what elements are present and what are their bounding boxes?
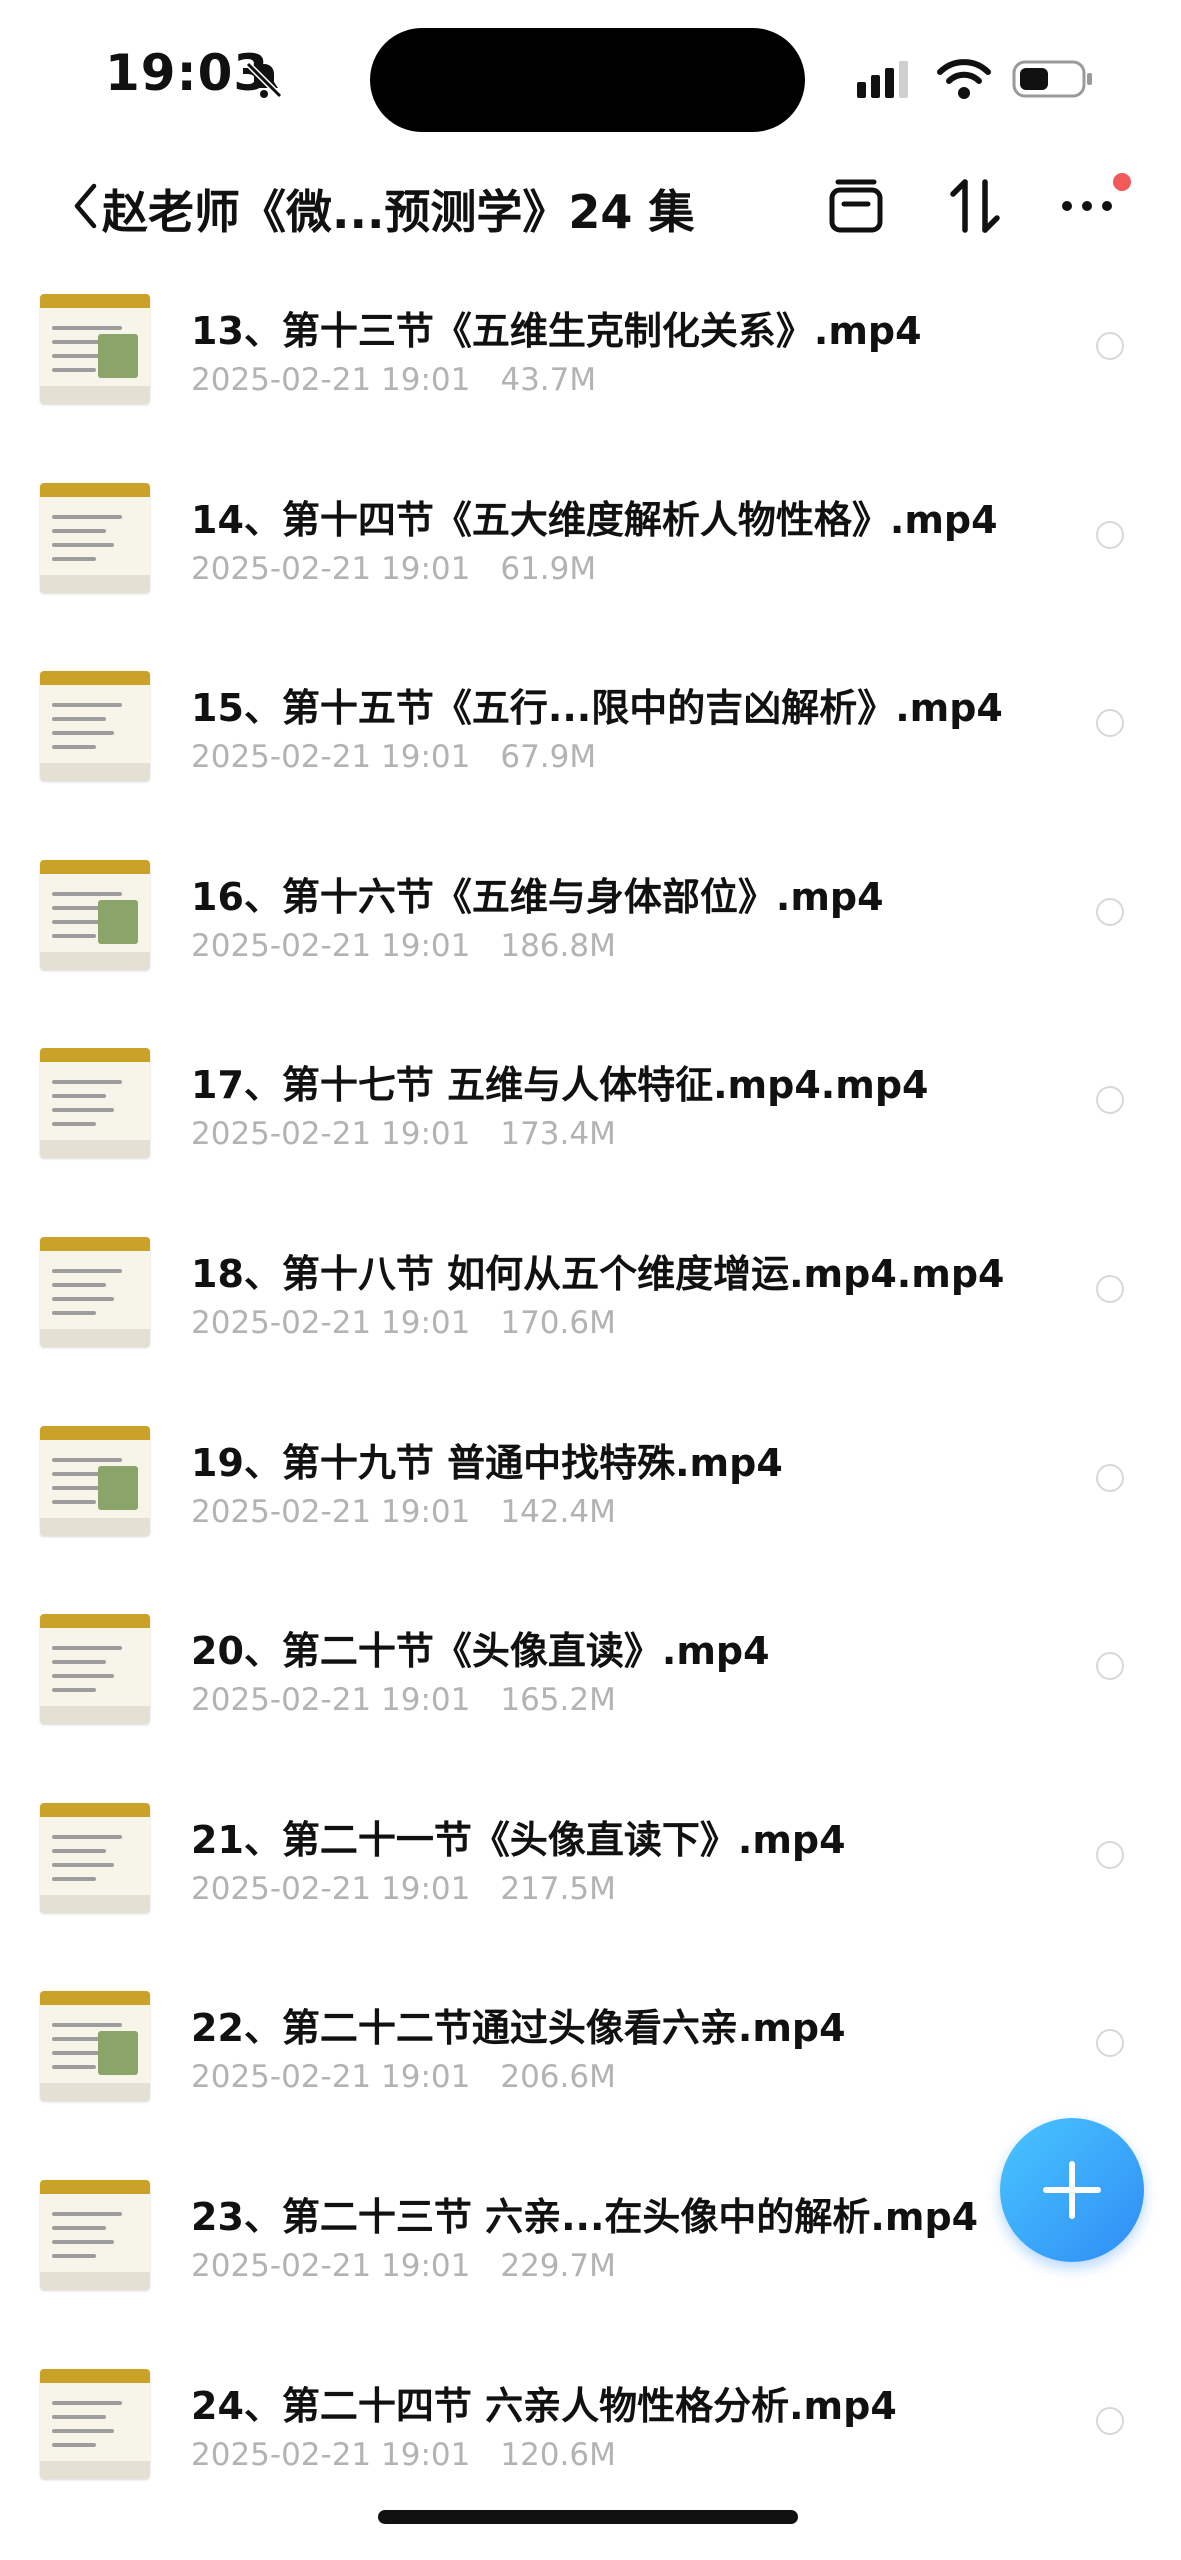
file-size: 120.6M bbox=[500, 2436, 616, 2473]
home-indicator bbox=[378, 2510, 798, 2524]
select-radio[interactable] bbox=[1096, 2029, 1124, 2058]
file-date: 2025-02-21 19:01 bbox=[191, 2436, 471, 2473]
video-thumbnail[interactable] bbox=[40, 1802, 150, 1913]
file-name: 21、第二十一节《头像直读下》.mp4 bbox=[191, 1817, 846, 1862]
file-size: 67.9M bbox=[500, 739, 597, 776]
video-thumbnail[interactable] bbox=[40, 1236, 150, 1347]
file-row[interactable]: 13、第十三节《五维生克制化关系》.mp4 2025-02-21 19:01 43… bbox=[0, 282, 1181, 471]
file-date: 2025-02-21 19:01 bbox=[191, 1682, 471, 1719]
video-thumbnail[interactable] bbox=[40, 671, 150, 782]
file-meta: 2025-02-21 19:01 67.9M bbox=[191, 739, 596, 775]
select-radio[interactable] bbox=[1096, 1840, 1124, 1869]
select-radio[interactable] bbox=[1096, 709, 1124, 738]
file-date: 2025-02-21 19:01 bbox=[191, 739, 471, 776]
file-name: 23、第二十三节 六亲...在头像中的解析.mp4 bbox=[191, 2194, 979, 2239]
select-radio[interactable] bbox=[1096, 520, 1124, 549]
back-chevron-icon[interactable] bbox=[72, 180, 98, 232]
file-date: 2025-02-21 19:01 bbox=[191, 927, 471, 964]
video-thumbnail[interactable] bbox=[40, 1991, 150, 2102]
video-thumbnail[interactable] bbox=[40, 1048, 150, 1159]
file-row[interactable]: 14、第十四节《五大维度解析人物性格》.mp4 2025-02-21 19:01… bbox=[0, 471, 1181, 660]
file-size: 43.7M bbox=[500, 362, 597, 398]
select-radio[interactable] bbox=[1096, 2406, 1124, 2435]
file-date: 2025-02-21 19:01 bbox=[191, 550, 471, 587]
more-options-icon[interactable] bbox=[1057, 176, 1117, 236]
file-date: 2025-02-21 19:01 bbox=[191, 1116, 471, 1153]
select-radio[interactable] bbox=[1096, 1652, 1124, 1681]
file-row[interactable]: 17、第十七节 五维与人体特征.mp4.mp4 2025-02-21 19:01… bbox=[0, 1036, 1181, 1225]
file-row[interactable]: 15、第十五节《五行...限中的吉凶解析》.mp4 2025-02-21 19:… bbox=[0, 659, 1181, 848]
file-row[interactable]: 18、第十八节 如何从五个维度增运.mp4.mp4 2025-02-21 19:… bbox=[0, 1225, 1181, 1414]
file-name: 24、第二十四节 六亲人物性格分析.mp4 bbox=[191, 2383, 897, 2428]
video-thumbnail[interactable] bbox=[40, 294, 150, 404]
file-date: 2025-02-21 19:01 bbox=[191, 1870, 471, 1907]
sort-icon[interactable] bbox=[945, 176, 1005, 236]
file-name: 14、第十四节《五大维度解析人物性格》.mp4 bbox=[191, 497, 998, 542]
file-meta: 2025-02-21 19:01 173.4M bbox=[191, 1116, 616, 1152]
file-meta: 2025-02-21 19:01 61.9M bbox=[191, 551, 596, 587]
dynamic-island bbox=[370, 28, 805, 132]
file-date: 2025-02-21 19:01 bbox=[191, 1304, 471, 1341]
file-meta: 2025-02-21 19:01 186.8M bbox=[191, 928, 616, 964]
file-row[interactable]: 19、第十九节 普通中找特殊.mp4 2025-02-21 19:01 142.4… bbox=[0, 1414, 1181, 1603]
file-date: 2025-02-21 19:01 bbox=[191, 2247, 471, 2284]
wifi-icon bbox=[937, 59, 991, 99]
file-date: 2025-02-21 19:01 bbox=[191, 362, 471, 398]
select-radio[interactable] bbox=[1096, 332, 1124, 360]
file-row[interactable]: 22、第二十二节通过头像看六亲.mp4 2025-02-21 19:01 206.… bbox=[0, 1979, 1181, 2168]
bell-muted-icon bbox=[245, 61, 283, 99]
file-size: 217.5M bbox=[500, 1870, 616, 1907]
select-radio[interactable] bbox=[1096, 1274, 1124, 1303]
file-size: 229.7M bbox=[500, 2247, 616, 2284]
battery-icon bbox=[1012, 60, 1092, 98]
file-meta: 2025-02-21 19:01 120.6M bbox=[191, 2437, 616, 2473]
file-meta: 2025-02-21 19:01 43.7M bbox=[191, 362, 596, 398]
file-size: 186.8M bbox=[500, 927, 616, 964]
notification-dot bbox=[1113, 173, 1131, 191]
file-row[interactable]: 16、第十六节《五维与身体部位》.mp4 2025-02-21 19:01 186… bbox=[0, 848, 1181, 1037]
file-name: 17、第十七节 五维与人体特征.mp4.mp4 bbox=[191, 1063, 929, 1108]
file-name: 18、第十八节 如何从五个维度增运.mp4.mp4 bbox=[191, 1251, 1005, 1296]
file-size: 206.6M bbox=[500, 2059, 616, 2096]
file-name: 22、第二十二节通过头像看六亲.mp4 bbox=[191, 2006, 846, 2051]
video-thumbnail[interactable] bbox=[40, 2368, 150, 2479]
file-meta: 2025-02-21 19:01 165.2M bbox=[191, 1682, 616, 1718]
file-name: 19、第十九节 普通中找特殊.mp4 bbox=[191, 1440, 783, 1485]
file-size: 142.4M bbox=[500, 1493, 616, 1530]
file-meta: 2025-02-21 19:01 229.7M bbox=[191, 2248, 616, 2284]
plus-icon bbox=[1043, 2161, 1101, 2219]
video-thumbnail[interactable] bbox=[40, 482, 150, 593]
cellular-signal-icon bbox=[857, 61, 908, 98]
file-date: 2025-02-21 19:01 bbox=[191, 1493, 471, 1530]
status-bar: 19:03 bbox=[0, 0, 1181, 150]
file-name: 15、第十五节《五行...限中的吉凶解析》.mp4 bbox=[191, 686, 1003, 731]
file-name: 16、第十六节《五维与身体部位》.mp4 bbox=[191, 874, 884, 919]
file-date: 2025-02-21 19:01 bbox=[191, 2059, 471, 2096]
video-thumbnail[interactable] bbox=[40, 1425, 150, 1536]
file-name: 13、第十三节《五维生克制化关系》.mp4 bbox=[191, 309, 922, 353]
file-meta: 2025-02-21 19:01 142.4M bbox=[191, 1494, 616, 1530]
file-meta: 2025-02-21 19:01 206.6M bbox=[191, 2059, 616, 2095]
add-button[interactable] bbox=[1000, 2118, 1144, 2262]
file-meta: 2025-02-21 19:01 217.5M bbox=[191, 1871, 616, 1907]
file-size: 61.9M bbox=[500, 550, 597, 587]
video-thumbnail[interactable] bbox=[40, 1614, 150, 1725]
file-row[interactable]: 21、第二十一节《头像直读下》.mp4 2025-02-21 19:01 217.… bbox=[0, 1791, 1181, 1980]
select-radio[interactable] bbox=[1096, 897, 1124, 926]
file-meta: 2025-02-21 19:01 170.6M bbox=[191, 1305, 616, 1341]
page-title[interactable]: 赵老师《微...预测学》24 集 bbox=[102, 176, 694, 242]
file-name: 20、第二十节《头像直读》.mp4 bbox=[191, 1629, 770, 1674]
file-size: 173.4M bbox=[500, 1116, 616, 1153]
select-radio[interactable] bbox=[1096, 1463, 1124, 1492]
file-row[interactable]: 20、第二十节《头像直读》.mp4 2025-02-21 19:01 165.2M bbox=[0, 1602, 1181, 1791]
select-box-icon[interactable] bbox=[826, 176, 886, 236]
file-size: 165.2M bbox=[500, 1682, 616, 1719]
select-radio[interactable] bbox=[1096, 1086, 1124, 1115]
video-thumbnail[interactable] bbox=[40, 859, 150, 970]
file-size: 170.6M bbox=[500, 1304, 616, 1341]
video-thumbnail[interactable] bbox=[40, 2179, 150, 2290]
